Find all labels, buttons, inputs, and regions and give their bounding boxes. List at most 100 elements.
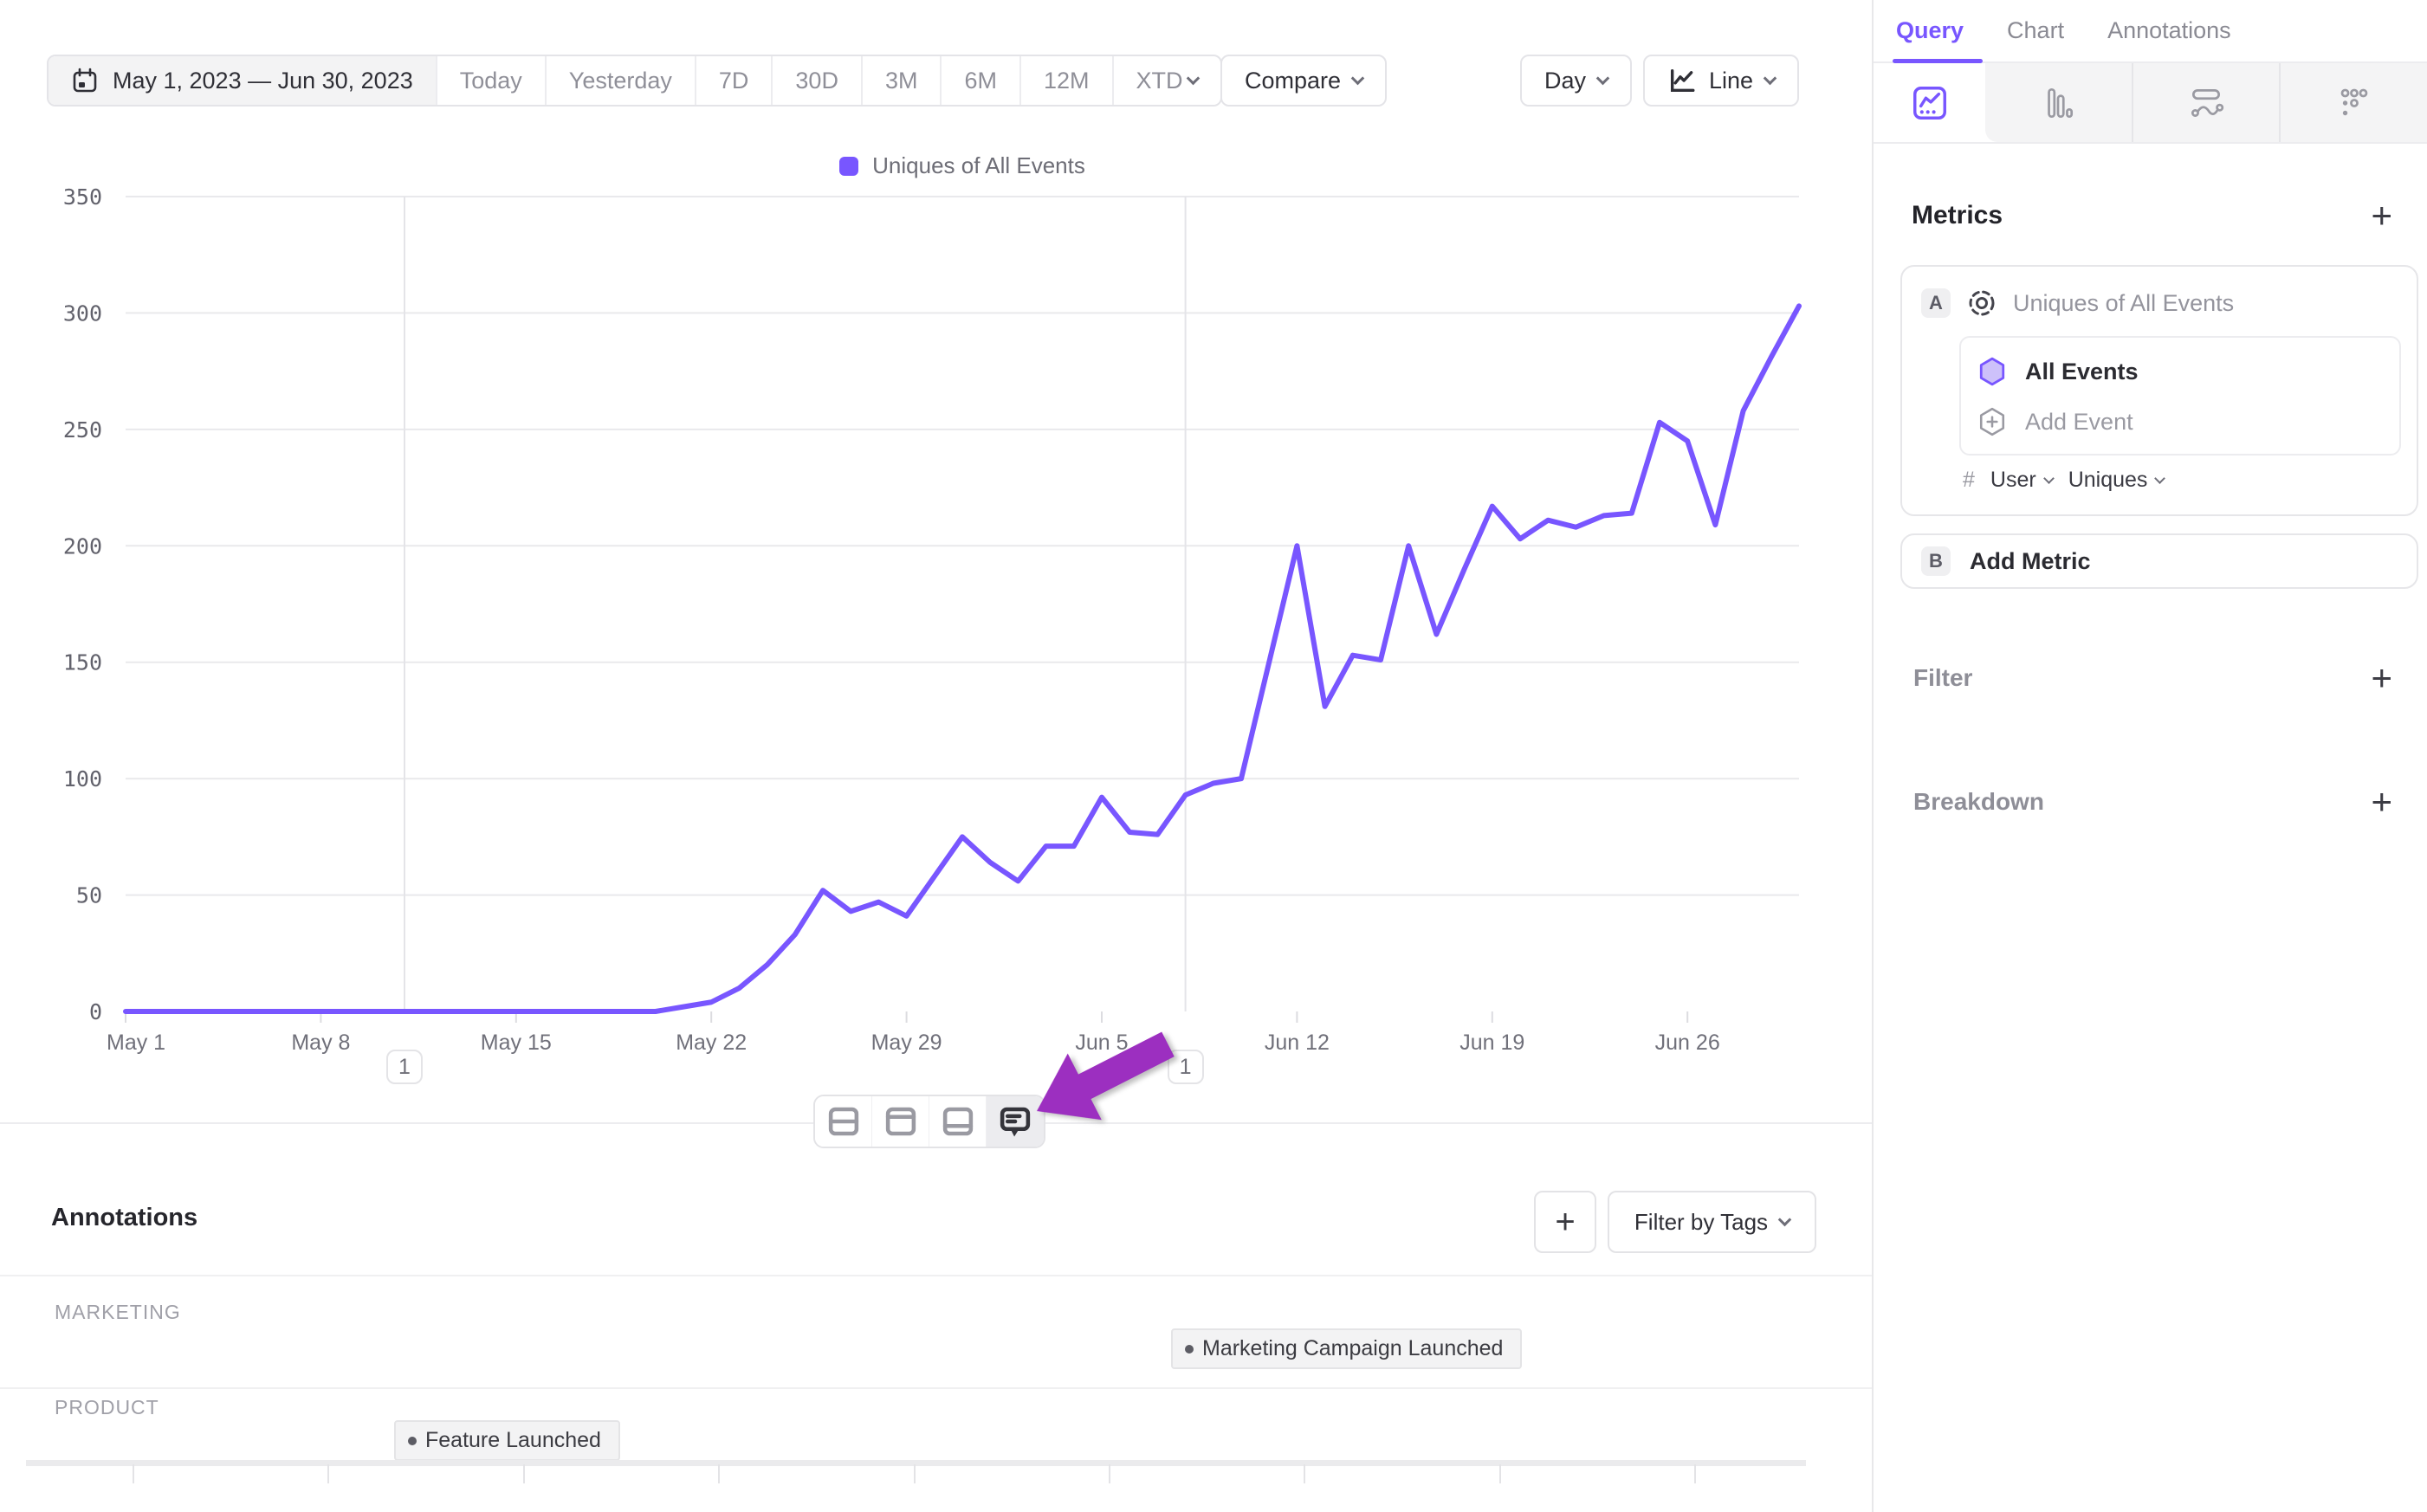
preset-7d[interactable]: 7D bbox=[696, 56, 773, 105]
metric-badge-a: A bbox=[1921, 288, 1951, 318]
ruler-tick bbox=[523, 1464, 525, 1483]
metrics-title: Metrics bbox=[1912, 201, 2003, 230]
add-event-row[interactable]: Add Event bbox=[1961, 397, 2399, 447]
layout-top-button[interactable] bbox=[872, 1096, 929, 1147]
annotation-count-badge[interactable]: 1 bbox=[1168, 1050, 1204, 1084]
top-toolbar: May 1, 2023 — Jun 30, 2023 Today Yesterd… bbox=[0, 0, 1872, 147]
aggregation-row: # User Uniques bbox=[1963, 468, 2164, 493]
ruler-tick bbox=[1109, 1464, 1110, 1483]
add-annotation-button[interactable]: + bbox=[1534, 1191, 1596, 1253]
annotation-dot-icon bbox=[408, 1437, 417, 1445]
ruler-tick bbox=[914, 1464, 916, 1483]
annotation-chip-product[interactable]: Feature Launched bbox=[394, 1420, 620, 1461]
svg-text:250: 250 bbox=[63, 417, 102, 443]
annotations-toggle-button[interactable] bbox=[987, 1096, 1044, 1147]
svg-text:0: 0 bbox=[89, 999, 102, 1024]
insights-report-page: May 1, 2023 — Jun 30, 2023 Today Yesterd… bbox=[0, 0, 2427, 1512]
metric-card-a: A Uniques of All Events All Events bbox=[1900, 265, 2418, 516]
layout-split-icon bbox=[825, 1103, 862, 1140]
annotations-header: Annotations + Filter by Tags bbox=[0, 1174, 1872, 1275]
bar-chart-icon bbox=[2038, 83, 2078, 123]
svg-text:50: 50 bbox=[76, 883, 102, 908]
viz-flows[interactable] bbox=[2133, 63, 2281, 142]
add-breakdown-button[interactable]: + bbox=[2371, 784, 2392, 820]
date-range-label: May 1, 2023 — Jun 30, 2023 bbox=[113, 68, 413, 94]
metric-card-b-add-metric[interactable]: B Add Metric bbox=[1900, 533, 2418, 589]
gear-hexagon-icon bbox=[1966, 288, 1997, 319]
ruler-tick bbox=[1694, 1464, 1696, 1483]
annotation-chip-marketing[interactable]: Marketing Campaign Launched bbox=[1171, 1328, 1522, 1369]
svg-text:May 22: May 22 bbox=[676, 1031, 747, 1055]
svg-text:150: 150 bbox=[63, 650, 102, 675]
agg-entity-dropdown[interactable]: User bbox=[1990, 468, 2053, 493]
preset-yesterday[interactable]: Yesterday bbox=[547, 56, 696, 105]
preset-12m[interactable]: 12M bbox=[1021, 56, 1114, 105]
layout-top-icon bbox=[883, 1103, 919, 1140]
preset-30d[interactable]: 30D bbox=[773, 56, 863, 105]
tab-chart[interactable]: Chart bbox=[2007, 17, 2064, 44]
granularity-button[interactable]: Day bbox=[1520, 55, 1632, 107]
agg-function-dropdown[interactable]: Uniques bbox=[2068, 468, 2165, 493]
layout-bottom-button[interactable] bbox=[929, 1096, 987, 1147]
metric-badge-b: B bbox=[1921, 546, 1951, 576]
legend-label: Uniques of All Events bbox=[872, 152, 1085, 179]
svg-text:May 29: May 29 bbox=[871, 1031, 942, 1055]
svg-text:Jun 19: Jun 19 bbox=[1459, 1031, 1524, 1055]
breakdown-label: Breakdown bbox=[1913, 788, 2044, 816]
ruler-tick bbox=[1304, 1464, 1305, 1483]
compare-button[interactable]: Compare bbox=[1220, 55, 1387, 107]
annotation-group-marketing: MARKETING bbox=[55, 1301, 181, 1324]
legend-swatch bbox=[839, 157, 858, 176]
chart-type-button[interactable]: Line bbox=[1643, 55, 1799, 107]
hexagon-icon bbox=[1978, 357, 2006, 386]
add-metric-plus-button[interactable]: + bbox=[2371, 197, 2392, 234]
query-sidebar: Query Chart Annotations bbox=[1872, 0, 2427, 1512]
svg-text:May 8: May 8 bbox=[291, 1031, 350, 1055]
filter-label: Filter bbox=[1913, 664, 1972, 692]
line-chart-icon bbox=[1667, 66, 1697, 95]
svg-text:Jun 5: Jun 5 bbox=[1075, 1031, 1128, 1055]
svg-text:Jun 26: Jun 26 bbox=[1655, 1031, 1720, 1055]
annotations-timeline-ruler bbox=[26, 1460, 1806, 1483]
preset-3m[interactable]: 3M bbox=[863, 56, 942, 105]
tab-annotations[interactable]: Annotations bbox=[2107, 17, 2231, 44]
preset-today[interactable]: Today bbox=[437, 56, 547, 105]
event-row-all-events[interactable]: All Events bbox=[1961, 346, 2399, 397]
layout-bottom-icon bbox=[940, 1103, 976, 1140]
preset-6m[interactable]: 6M bbox=[942, 56, 1021, 105]
event-list-card: All Events Add Event bbox=[1959, 336, 2401, 456]
ruler-tick bbox=[327, 1464, 329, 1483]
visualization-switcher bbox=[1874, 63, 2427, 144]
annotations-title: Annotations bbox=[51, 1204, 197, 1232]
metric-a-name: Uniques of All Events bbox=[2013, 290, 2234, 317]
ruler-tick bbox=[133, 1464, 134, 1483]
viz-insights-active[interactable] bbox=[1874, 63, 1985, 142]
add-filter-button[interactable]: + bbox=[2371, 660, 2392, 696]
panel-layout-toolbar bbox=[813, 1095, 1045, 1148]
metrics-header: Metrics + bbox=[1874, 197, 2427, 234]
date-range-button[interactable]: May 1, 2023 — Jun 30, 2023 bbox=[49, 56, 437, 105]
chevron-down-icon bbox=[2043, 473, 2055, 484]
preset-xtd-dropdown[interactable]: XTD bbox=[1114, 56, 1220, 105]
svg-text:May 15: May 15 bbox=[481, 1031, 552, 1055]
plus-icon: + bbox=[1555, 1205, 1575, 1239]
layout-split-button[interactable] bbox=[815, 1096, 872, 1147]
metrics-grid-icon bbox=[2334, 83, 2374, 123]
filter-by-tags-button[interactable]: Filter by Tags bbox=[1608, 1191, 1816, 1253]
viz-bar-chart[interactable] bbox=[1985, 63, 2133, 142]
divider bbox=[0, 1387, 1872, 1389]
viz-metrics-grid[interactable] bbox=[2281, 63, 2427, 142]
calendar-icon bbox=[71, 67, 99, 94]
date-range-group: May 1, 2023 — Jun 30, 2023 Today Yesterd… bbox=[47, 55, 1222, 107]
filter-section: Filter + bbox=[1874, 660, 2427, 696]
breakdown-section: Breakdown + bbox=[1874, 784, 2427, 820]
ruler-tick bbox=[718, 1464, 720, 1483]
viz-inactive-group bbox=[1985, 63, 2427, 142]
annotation-group-product: PRODUCT bbox=[55, 1396, 159, 1419]
chevron-down-icon bbox=[1186, 71, 1200, 85]
metric-a-row[interactable]: A Uniques of All Events bbox=[1902, 267, 2417, 319]
insights-line-chart-icon bbox=[1910, 83, 1950, 123]
annotation-count-badge[interactable]: 1 bbox=[386, 1050, 423, 1084]
tab-query[interactable]: Query bbox=[1896, 17, 1964, 44]
hexagon-plus-icon bbox=[1978, 407, 2006, 436]
